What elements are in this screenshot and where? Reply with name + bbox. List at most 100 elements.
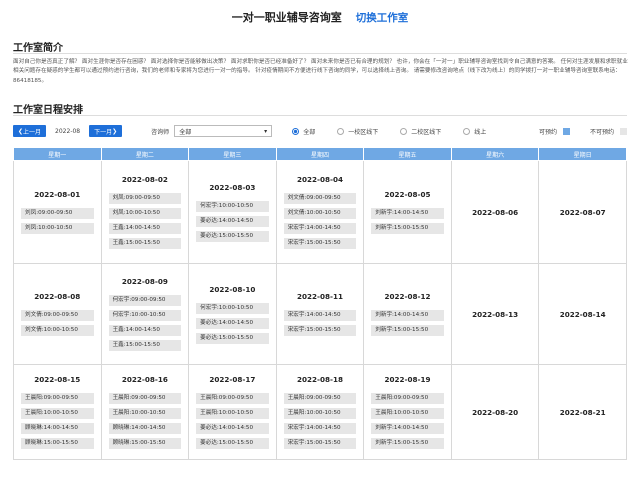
time-slot[interactable]: 王晨阳:10:00-10:50: [108, 408, 182, 419]
time-slot[interactable]: 姜必达:14:00-14:50: [196, 215, 269, 227]
radio-circle-icon: [292, 127, 300, 135]
time-slot[interactable]: 刘文倩:09:00-09:50: [283, 193, 357, 204]
calendar-date: 2022-08-03: [209, 182, 256, 192]
next-month-button[interactable]: 下一月 ❯: [89, 125, 123, 137]
calendar-date: 2022-08-06: [472, 207, 519, 217]
calendar-day-cell: 2022-08-16 王晨阳:09:00-09:50 王晨阳:10:00-10:50…: [100, 364, 190, 460]
switch-studio-link[interactable]: 切换工作室: [356, 10, 409, 25]
time-slot[interactable]: 顾晓琳:15:00-15:50: [21, 438, 94, 449]
time-slot[interactable]: 姜必达:14:00-14:50: [196, 317, 269, 329]
calendar-body: 2022-08-01 刘凤:09:00-09:50 刘凤:10:00-10:50 20…: [13, 160, 627, 460]
time-slot[interactable]: 姜必达:14:00-14:50: [196, 423, 269, 434]
calendar-day-cell: 2022-08-12 刘新宇:14:00-14:50 刘新宇:15:00-15:50: [363, 263, 452, 365]
calendar-day-cell: 2022-08-01 刘凤:09:00-09:50 刘凤:10:00-10:50: [13, 160, 102, 264]
time-slot[interactable]: 刘凤:10:00-10:50: [108, 208, 182, 219]
time-slot[interactable]: 宋宏宇:14:00-14:50: [283, 223, 357, 234]
counselor-select-value: 全部: [179, 128, 192, 136]
time-slot[interactable]: 姜必达:15:00-15:50: [196, 230, 269, 242]
time-slot[interactable]: 王鑫:14:00-14:50: [108, 325, 182, 336]
calendar-day-cell: 2022-08-05 刘新宇:14:00-14:50 刘新宇:15:00-15:50: [363, 160, 452, 264]
schedule-title: 工作室日程安排: [13, 105, 83, 116]
calendar-week-row: 2022-08-08 刘文倩:09:00-09:50 刘文倩:10:00-10:50…: [13, 263, 627, 365]
time-slot[interactable]: 王鑫:14:00-14:50: [108, 223, 182, 234]
time-slot[interactable]: 宋宏宇:15:00-15:50: [283, 238, 357, 249]
time-slot[interactable]: 宋宏宇:15:00-15:50: [283, 325, 357, 336]
calendar-day-cell: 2022-08-19 王晨阳:09:00-09:50 王晨阳:10:00-10:50…: [363, 364, 452, 460]
time-slot[interactable]: 何宏宇:10:00-10:50: [196, 302, 269, 314]
calendar-date: 2022-08-07: [559, 207, 606, 217]
location-radio-label: 全部: [303, 128, 316, 136]
location-radio-2[interactable]: 二校区线下: [400, 127, 441, 136]
time-slot[interactable]: 宋宏宇:15:00-15:50: [283, 438, 357, 449]
calendar-date: 2022-08-01: [34, 190, 81, 199]
time-slot[interactable]: 王鑫:15:00-15:50: [108, 340, 182, 351]
time-slot[interactable]: 王晨阳:09:00-09:50: [21, 393, 94, 404]
location-radio-3[interactable]: 线上: [463, 127, 486, 136]
location-radio-label: 二校区线下: [411, 128, 442, 136]
time-slot[interactable]: 刘凤:10:00-10:50: [21, 223, 94, 234]
legend-available-swatch: [562, 127, 570, 135]
time-slot[interactable]: 刘文倩:09:00-09:50: [21, 310, 94, 321]
time-slot[interactable]: 王晨阳:10:00-10:50: [371, 408, 444, 419]
calendar-date: 2022-08-15: [34, 375, 81, 384]
time-slot[interactable]: 宋宏宇:14:00-14:50: [283, 310, 357, 321]
time-slot[interactable]: 何宏宇:10:00-10:50: [108, 310, 182, 321]
time-slot[interactable]: 刘文倩:10:00-10:50: [21, 325, 94, 336]
time-slot[interactable]: 刘新宇:15:00-15:50: [371, 438, 444, 449]
time-slot[interactable]: 刘新宇:14:00-14:50: [371, 310, 444, 321]
calendar-date: 2022-08-21: [559, 407, 606, 417]
calendar-day-cell: 2022-08-15 王晨阳:09:00-09:50 王晨阳:10:00-10:50…: [13, 364, 102, 460]
calendar-day-cell: 2022-08-06: [450, 160, 540, 264]
calendar-day-cell: 2022-08-13: [450, 263, 540, 365]
time-slot[interactable]: 刘新宇:14:00-14:50: [371, 423, 444, 434]
legend: 可预约 不可预约: [539, 127, 627, 136]
calendar-date: 2022-08-18: [296, 375, 343, 384]
time-slot[interactable]: 王鑫:15:00-15:50: [108, 238, 182, 249]
prev-month-button[interactable]: ❮ 上一月: [13, 125, 47, 137]
time-slot[interactable]: 姜必达:15:00-15:50: [196, 332, 269, 344]
time-slot[interactable]: 王晨阳:09:00-09:50: [196, 393, 269, 404]
time-slot[interactable]: 刘凤:09:00-09:50: [21, 208, 94, 219]
weekday-header-row: 星期一 星期二 星期三 星期四 星期五 星期六 星期日: [13, 147, 627, 161]
counselor-select[interactable]: 全部 ▾: [174, 125, 273, 137]
calendar-day-cell: 2022-08-20: [450, 364, 540, 460]
time-slot[interactable]: 王晨阳:10:00-10:50: [196, 408, 269, 419]
legend-unavailable-swatch: [620, 127, 627, 135]
time-slot[interactable]: 顾晓琳:14:00-14:50: [21, 423, 94, 434]
time-slot[interactable]: 王晨阳:10:00-10:50: [21, 408, 94, 419]
calendar-date: 2022-08-02: [121, 175, 168, 184]
calendar-day-cell: 2022-08-07: [538, 160, 627, 264]
time-slot[interactable]: 刘文倩:10:00-10:50: [283, 208, 357, 219]
location-radio-0[interactable]: 全部: [292, 127, 315, 136]
time-slot[interactable]: 刘凤:09:00-09:50: [108, 193, 182, 204]
time-slot[interactable]: 王晨阳:09:00-09:50: [371, 393, 444, 404]
weekday-header: 星期二: [100, 147, 190, 161]
calendar-day-cell: 2022-08-18 王晨阳:09:00-09:50 王晨阳:10:00-10:50…: [275, 364, 365, 460]
time-slot[interactable]: 王晨阳:09:00-09:50: [108, 393, 182, 404]
calendar-date: 2022-08-11: [296, 292, 343, 301]
radio-circle-icon: [400, 127, 408, 135]
page-title: 一对一职业辅导咨询室: [231, 11, 342, 24]
radio-circle-icon: [463, 127, 471, 135]
time-slot[interactable]: 刘新宇:15:00-15:50: [371, 223, 444, 234]
time-slot[interactable]: 宋宏宇:14:00-14:50: [283, 423, 357, 434]
current-month: 2022-08: [55, 127, 81, 135]
calendar-day-cell: 2022-08-02 刘凤:09:00-09:50 刘凤:10:00-10:50 王鑫…: [100, 160, 190, 264]
calendar-day-cell: 2022-08-04 刘文倩:09:00-09:50 刘文倩:10:00-10:50…: [275, 160, 365, 264]
time-slot[interactable]: 姜必达:15:00-15:50: [196, 438, 269, 449]
time-slot[interactable]: 王晨阳:09:00-09:50: [283, 393, 357, 404]
time-slot[interactable]: 顾晓琳:14:00-14:50: [108, 423, 182, 434]
location-radio-1[interactable]: 一校区线下: [337, 127, 378, 136]
calendar-date: 2022-08-09: [121, 277, 168, 286]
time-slot[interactable]: 何宏宇:09:00-09:50: [108, 295, 182, 306]
calendar-day-cell: 2022-08-09 何宏宇:09:00-09:50 何宏宇:10:00-10:50…: [100, 263, 190, 365]
time-slot[interactable]: 王晨阳:10:00-10:50: [283, 408, 357, 419]
counselor-label: 咨询师: [151, 128, 170, 136]
time-slot[interactable]: 刘新宇:14:00-14:50: [371, 208, 444, 219]
weekday-header: 星期六: [450, 147, 540, 161]
time-slot[interactable]: 刘新宇:15:00-15:50: [371, 325, 444, 336]
calendar-week-row: 2022-08-01 刘凤:09:00-09:50 刘凤:10:00-10:50 20…: [13, 160, 627, 264]
time-slot[interactable]: 顾晓琳:15:00-15:50: [108, 438, 182, 449]
time-slot[interactable]: 何宏宇:10:00-10:50: [196, 200, 269, 212]
weekday-header: 星期四: [275, 147, 365, 161]
